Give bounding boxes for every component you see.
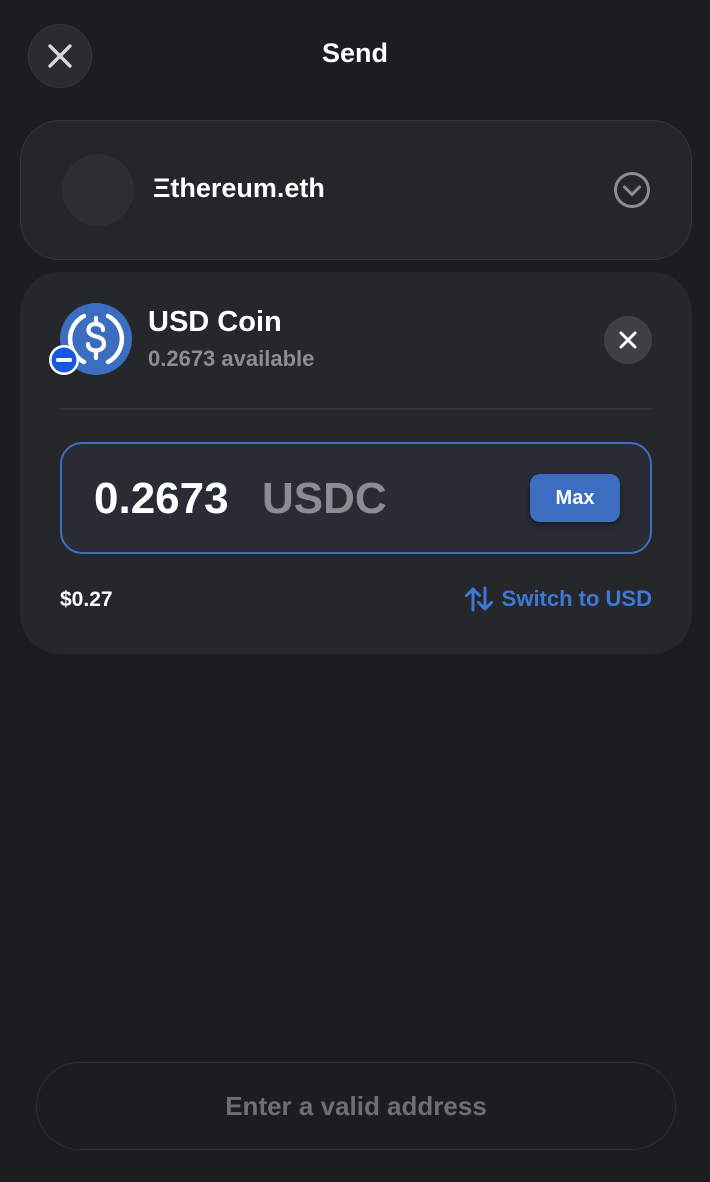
network-badge-icon (49, 345, 79, 375)
fiat-value: $0.27 (60, 588, 113, 611)
switch-currency-button[interactable]: Switch to USD (464, 586, 652, 612)
chevron-down-circle-icon[interactable] (613, 171, 651, 209)
account-name: Ξthereum.eth (153, 173, 325, 203)
token-card: USD Coin 0.2673 available 0.2673 USDC Ma… (20, 272, 692, 654)
token-available-balance: 0.2673 available (148, 346, 315, 371)
max-button[interactable]: Max (530, 474, 620, 522)
remove-token-button[interactable] (604, 316, 652, 364)
swap-arrows-icon (464, 586, 493, 612)
close-icon (619, 331, 637, 349)
enter-valid-address-button[interactable]: Enter a valid address (36, 1062, 676, 1150)
divider (60, 408, 652, 410)
account-selector[interactable]: Ξthereum.eth (20, 120, 692, 260)
avatar (62, 154, 134, 226)
page-title: Send (321, 38, 388, 68)
amount-input[interactable]: 0.2673 USDC Max (60, 442, 652, 554)
amount-unit: USDC (262, 474, 387, 523)
amount-value: 0.2673 (94, 474, 229, 523)
switch-currency-label: Switch to USD (501, 586, 652, 611)
token-name: USD Coin (148, 306, 282, 338)
